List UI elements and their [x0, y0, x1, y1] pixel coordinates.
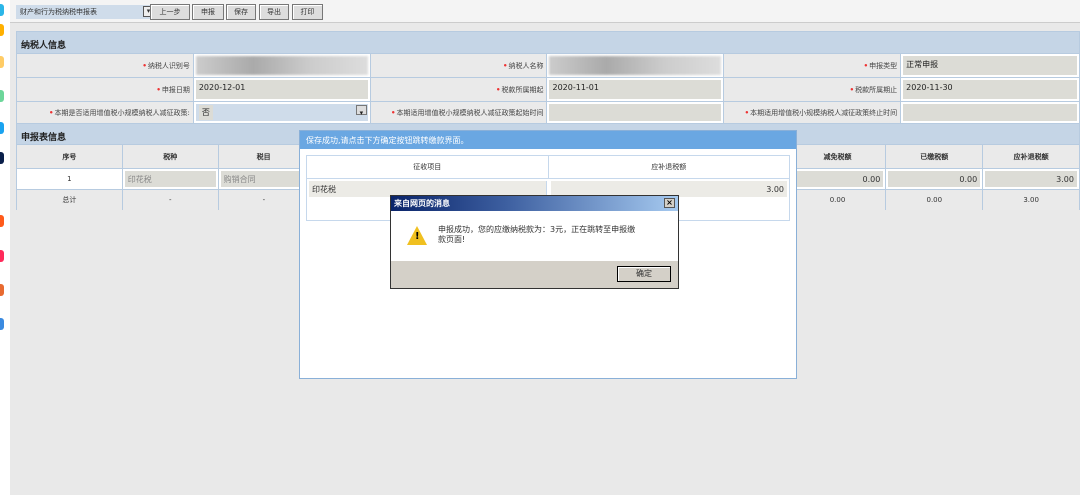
small-end-label: • 本期适用增值税小规模纳税人减征政策终止时间: [724, 102, 902, 123]
col-index: 序号: [17, 145, 123, 168]
total-paid: 0.00: [886, 190, 984, 210]
app-icon[interactable]: [0, 318, 4, 330]
period-end-field[interactable]: 2020-11-30: [903, 80, 1077, 99]
print-button[interactable]: 打印: [292, 4, 323, 20]
period-start-field[interactable]: 2020-11-01: [549, 80, 722, 99]
app-icon[interactable]: [0, 4, 4, 16]
app-icon[interactable]: [0, 152, 4, 164]
dialog-col-amount: 应补退税额: [651, 163, 687, 171]
app-icon[interactable]: [0, 215, 4, 227]
row-paid[interactable]: 0.00: [888, 171, 981, 187]
close-icon[interactable]: ×: [664, 198, 675, 208]
taxpayer-name-label: • 纳税人名称: [370, 54, 548, 77]
app-icon[interactable]: [0, 284, 4, 296]
toolbar: 财产和行为税纳税申报表 ▾ 上一步 申报 保存 导出 打印: [10, 0, 1080, 23]
total-tax-type: -: [122, 190, 219, 210]
period-start-label: • 税款所属期起: [370, 78, 548, 101]
taxpayer-id-label: • 纳税人识别号: [17, 54, 194, 77]
small-end-field[interactable]: [903, 104, 1077, 121]
total-relief: 0.00: [789, 190, 887, 210]
row-tax-type: 印花税: [124, 171, 216, 187]
message-alert: 来自网页的消息 × ! 申报成功，您的应缴纳税款为：3元，正在跳转至申报缴款页面!…: [390, 195, 679, 289]
declare-type-field[interactable]: 正常申报: [903, 56, 1077, 75]
app-icon[interactable]: [0, 122, 4, 134]
app-icon[interactable]: [0, 250, 4, 262]
app-icon[interactable]: [0, 90, 4, 102]
row-payable[interactable]: 3.00: [985, 171, 1077, 187]
small-start-label: • 本期适用增值税小规模纳税人减征政策起始时间: [370, 102, 548, 123]
alert-message: 申报成功，您的应缴纳税款为：3元，正在跳转至申报缴款页面!: [438, 225, 636, 244]
col-tax-type: 税种: [122, 145, 219, 168]
submit-button[interactable]: 申报: [192, 4, 224, 20]
save-button[interactable]: 保存: [226, 4, 256, 20]
col-relief: 减免税额: [789, 145, 887, 168]
total-payable: 3.00: [983, 190, 1080, 210]
taskbar-strip: [0, 0, 10, 495]
small-policy-select[interactable]: 否 ▾: [195, 104, 368, 121]
prev-button[interactable]: 上一步: [150, 4, 190, 20]
col-paid: 已缴税额: [886, 145, 984, 168]
taxpayer-name-field[interactable]: [549, 56, 722, 75]
col-payable: 应补退税额: [983, 145, 1079, 168]
row-index: 1: [17, 169, 123, 189]
row-relief[interactable]: 0.00: [791, 171, 884, 187]
declare-date-field[interactable]: 2020-12-01: [195, 80, 368, 99]
period-end-label: • 税款所属期止: [724, 78, 902, 101]
app-icon[interactable]: [0, 56, 4, 68]
form-select-value: 财产和行为税纳税申报表: [20, 8, 97, 16]
alert-title: 来自网页的消息: [394, 199, 450, 208]
dialog-col-item: 征收项目: [307, 156, 549, 178]
total-label: 总计: [17, 190, 123, 210]
taxpayer-section-title: 纳税人信息: [17, 32, 1079, 53]
app-icon[interactable]: [0, 24, 4, 36]
export-button[interactable]: 导出: [259, 4, 289, 20]
small-policy-label: • 本期是否适用增值税小规模纳税人减征政策:: [17, 102, 194, 123]
chevron-down-icon[interactable]: ▾: [355, 105, 367, 117]
warning-icon: !: [407, 226, 427, 245]
ok-button[interactable]: 确定: [617, 266, 671, 282]
declare-type-label: • 申报类型: [724, 54, 902, 77]
declare-date-label: • 申报日期: [17, 78, 194, 101]
dialog-title: 保存成功,请点击下方确定按钮跳转缴款界面。: [300, 131, 796, 149]
small-start-field[interactable]: [549, 104, 722, 121]
form-select[interactable]: 财产和行为税纳税申报表 ▾: [16, 5, 156, 19]
taxpayer-id-field[interactable]: [195, 56, 368, 75]
